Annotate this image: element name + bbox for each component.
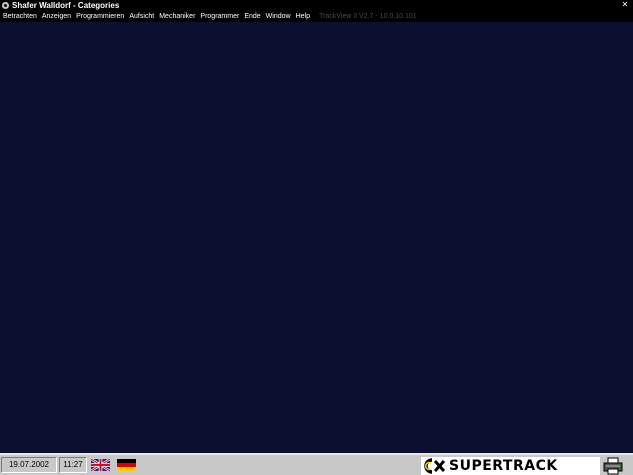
app-icon[interactable] <box>2 2 9 9</box>
menu-ende[interactable]: Ende <box>244 11 260 22</box>
app-window: Shafer Walldorf - Categories ✕ Betrachte… <box>0 0 633 475</box>
menu-anzeigen[interactable]: Anzeigen <box>42 11 71 22</box>
status-bar: 19.07.2002 11:27 SUPERTRACK <box>0 453 633 475</box>
menu-programmer[interactable]: Programmer <box>200 11 239 22</box>
window-title: Shafer Walldorf - Categories <box>12 1 120 10</box>
printer-icon[interactable] <box>603 457 623 475</box>
close-button[interactable]: ✕ <box>621 1 629 9</box>
title-bar: Shafer Walldorf - Categories ✕ <box>0 0 633 11</box>
menu-programmieren[interactable]: Programmieren <box>76 11 124 22</box>
menu-bar: Betrachten Anzeigen Programmieren Aufsic… <box>0 11 633 22</box>
menu-aufsicht[interactable]: Aufsicht <box>129 11 154 22</box>
brand-name: SUPERTRACK <box>449 458 558 474</box>
supertrack-logo: SUPERTRACK <box>421 457 600 475</box>
status-date: 19.07.2002 <box>1 457 57 473</box>
main-workspace[interactable] <box>0 22 633 453</box>
menu-betrachten[interactable]: Betrachten <box>3 11 37 22</box>
germany-flag-icon[interactable] <box>117 459 136 471</box>
menu-help[interactable]: Help <box>296 11 310 22</box>
supertrack-mark-icon <box>424 458 446 474</box>
uk-flag-icon[interactable] <box>91 459 110 471</box>
version-label: TrackView II V2.7 - 10.0.10.101 <box>318 13 417 20</box>
status-time: 11:27 <box>59 457 87 473</box>
menu-window[interactable]: Window <box>266 11 291 22</box>
menu-mechaniker[interactable]: Mechaniker <box>159 11 195 22</box>
